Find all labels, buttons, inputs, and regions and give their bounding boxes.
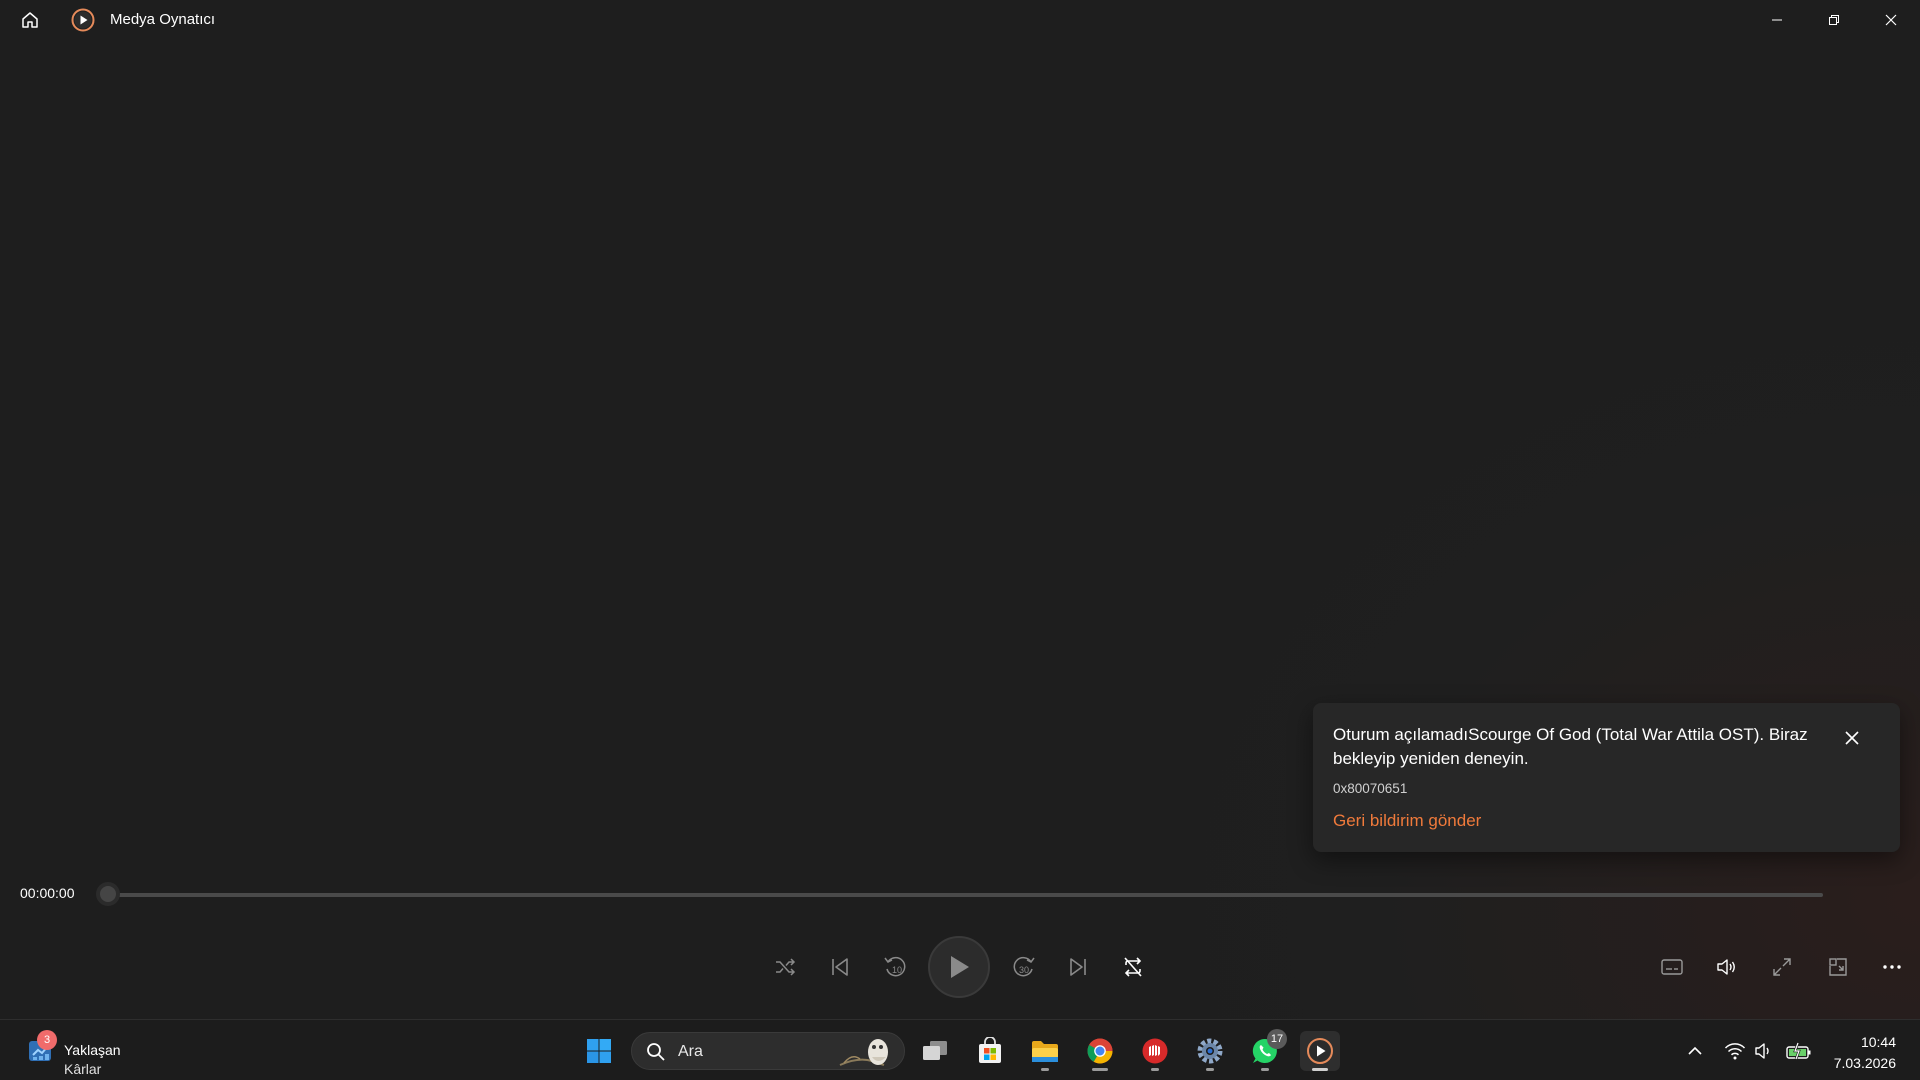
next-icon[interactable] xyxy=(1058,947,1098,987)
search-icon xyxy=(646,1042,666,1067)
send-feedback-link[interactable]: Geri bildirim gönder xyxy=(1333,811,1481,831)
chrome-icon[interactable] xyxy=(1080,1031,1120,1071)
forward-30-icon[interactable]: 30 xyxy=(1004,947,1044,987)
subtitles-icon[interactable] xyxy=(1652,947,1692,987)
error-code: 0x80070651 xyxy=(1333,781,1408,796)
widget-subtitle: Kârlar xyxy=(64,1061,102,1077)
weather-widget[interactable]: 3 Yaklaşan Kârlar xyxy=(24,1030,144,1077)
previous-icon[interactable] xyxy=(820,947,860,987)
owl-icon xyxy=(838,1035,898,1069)
whatsapp-icon[interactable]: 17 xyxy=(1245,1029,1287,1071)
search-placeholder: Ara xyxy=(678,1043,703,1060)
clock-time[interactable]: 10:44 xyxy=(1838,1034,1896,1050)
search-input[interactable]: Ara xyxy=(631,1032,905,1070)
shuffle-icon[interactable] xyxy=(765,947,805,987)
svg-text:30: 30 xyxy=(1019,965,1029,975)
mini-player-icon[interactable] xyxy=(1818,947,1858,987)
clock-date[interactable]: 7.03.2026 xyxy=(1820,1055,1896,1071)
seek-thumb[interactable] xyxy=(96,882,120,906)
speaker-icon[interactable] xyxy=(1752,1039,1776,1063)
home-icon[interactable] xyxy=(14,6,46,34)
media-player-window: Medya Oynatıcı Oturum açılamadıScourge O… xyxy=(0,0,1920,1019)
close-notification-icon[interactable] xyxy=(1835,721,1869,755)
more-icon[interactable] xyxy=(1872,947,1912,987)
file-explorer-icon[interactable] xyxy=(1025,1031,1065,1071)
running-indicator xyxy=(1206,1068,1214,1071)
red-app-icon[interactable] xyxy=(1135,1031,1175,1071)
rewind-10-icon[interactable]: 10 xyxy=(875,947,915,987)
minimize-icon[interactable] xyxy=(1749,0,1805,40)
fullscreen-icon[interactable] xyxy=(1762,947,1802,987)
chevron-up-icon[interactable] xyxy=(1683,1039,1707,1063)
settings-icon[interactable] xyxy=(1190,1031,1230,1071)
seek-bar[interactable] xyxy=(108,893,1823,897)
play-button[interactable] xyxy=(928,936,990,998)
notification-badge: 3 xyxy=(37,1030,57,1050)
svg-text:10: 10 xyxy=(892,965,902,975)
widget-title: Yaklaşan xyxy=(64,1042,121,1058)
running-indicator xyxy=(1312,1068,1328,1071)
taskbar: 3 Yaklaşan Kârlar Ara 17 10:44 7.03.2026 xyxy=(0,1019,1920,1080)
close-icon[interactable] xyxy=(1863,0,1919,40)
start-icon[interactable] xyxy=(579,1031,619,1071)
error-message: Oturum açılamadıScourge Of God (Total Wa… xyxy=(1333,725,1808,768)
wifi-icon[interactable] xyxy=(1723,1039,1747,1063)
app-title: Medya Oynatıcı xyxy=(110,11,216,28)
task-view-icon[interactable] xyxy=(915,1031,955,1071)
repeat-off-icon[interactable] xyxy=(1113,947,1153,987)
error-notification: Oturum açılamadıScourge Of God (Total Wa… xyxy=(1313,703,1900,852)
running-indicator xyxy=(1092,1068,1108,1071)
volume-icon[interactable] xyxy=(1706,947,1746,987)
running-indicator xyxy=(1041,1068,1049,1071)
restore-icon[interactable] xyxy=(1806,0,1862,40)
microsoft-store-icon[interactable] xyxy=(970,1031,1010,1071)
battery-icon[interactable] xyxy=(1784,1039,1814,1063)
media-player-logo-icon xyxy=(71,8,95,32)
media-player-icon[interactable] xyxy=(1300,1031,1340,1071)
running-indicator xyxy=(1261,1068,1269,1071)
unread-badge: 17 xyxy=(1267,1029,1287,1049)
title-bar: Medya Oynatıcı xyxy=(0,0,1920,40)
current-time: 00:00:00 xyxy=(20,885,75,901)
running-indicator xyxy=(1151,1068,1159,1071)
